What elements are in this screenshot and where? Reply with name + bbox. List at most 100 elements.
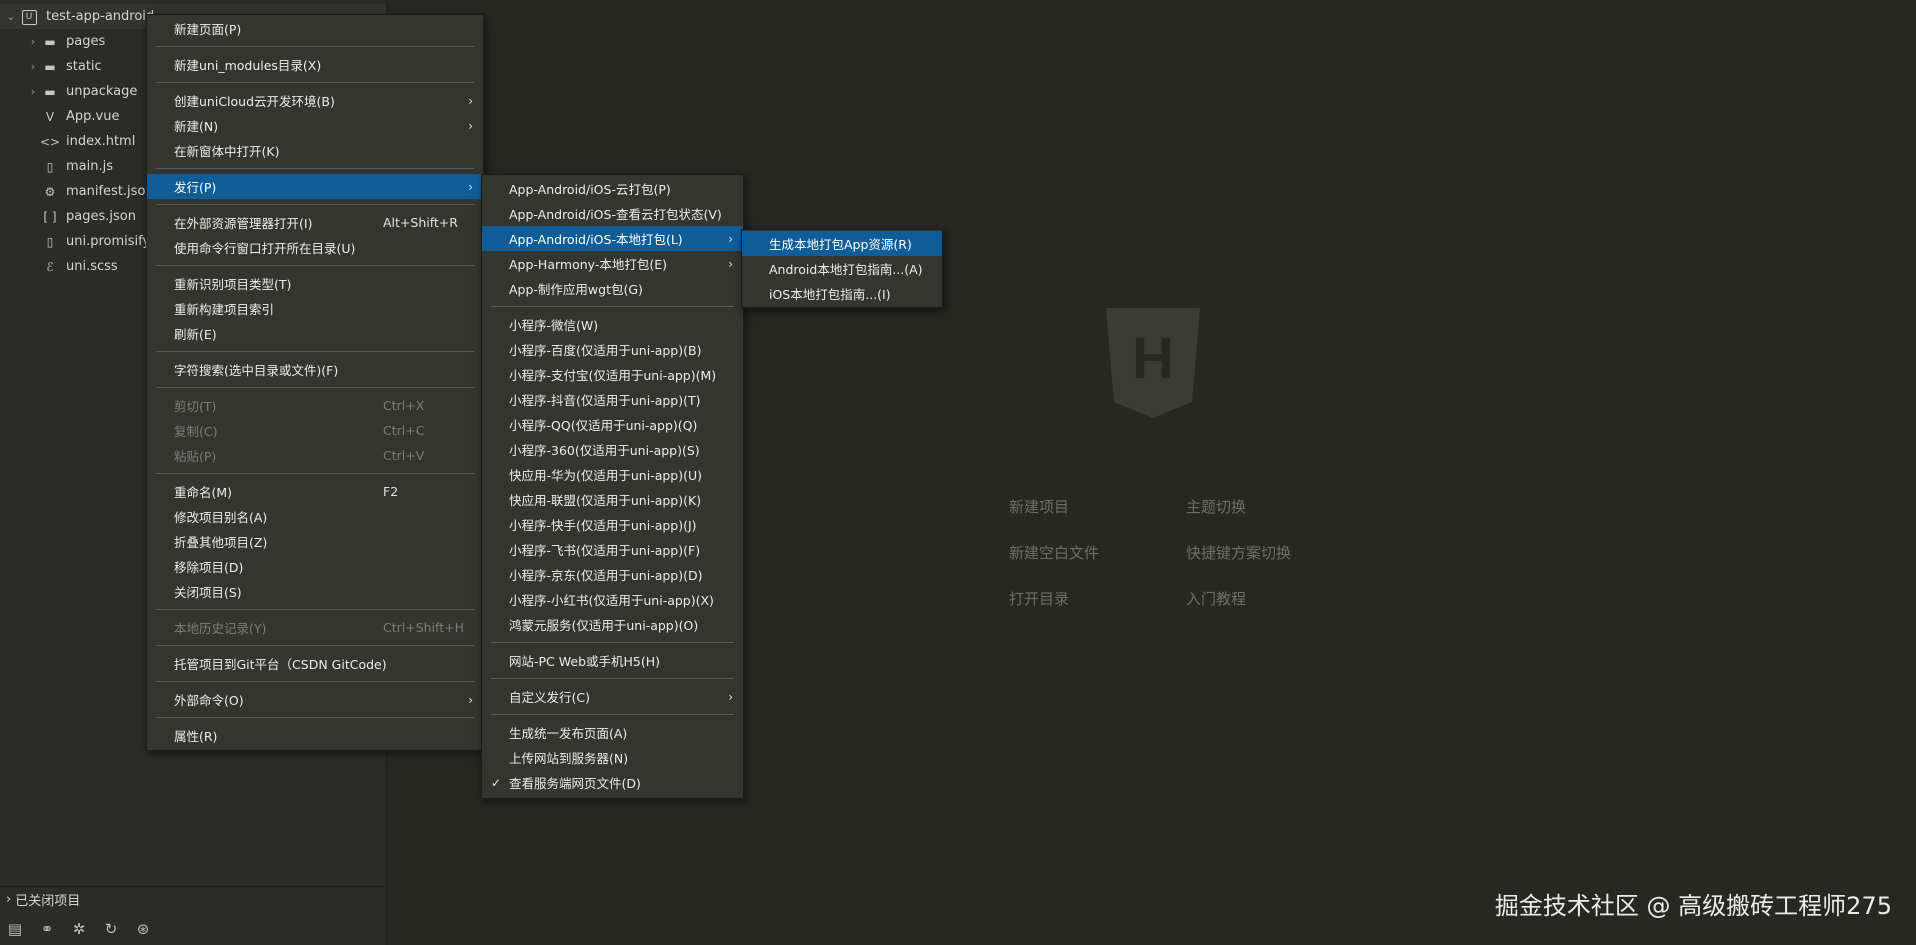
menu-item-自定义发行[interactable]: 自定义发行(C) › xyxy=(482,684,743,709)
menu-separator xyxy=(156,681,474,682)
menu-item-shortcut: Ctrl+V xyxy=(383,448,425,463)
menu-item-app-android-ios-查看云打包状态[interactable]: App-Android/iOS-查看云打包状态(V) xyxy=(482,201,743,226)
menu-item-新建uni-modules目录[interactable]: 新建uni_modules目录(X) xyxy=(147,52,483,77)
welcome-theme-switch-link[interactable]: 主题切换 xyxy=(1186,496,1246,517)
menu-item-生成本地打包app资源[interactable]: 生成本地打包App资源(R) xyxy=(742,231,942,256)
binoculars-icon[interactable]: ⚭ xyxy=(38,920,56,938)
menu-item-创建unicloud云开发环境[interactable]: 创建uniCloud云开发环境(B) › xyxy=(147,88,483,113)
plugin-icon[interactable]: ⊛ xyxy=(134,920,152,938)
menu-item-快应用-联盟[interactable]: 快应用-联盟(仅适用于uni-app)(K) xyxy=(482,487,743,512)
menu-item-小程序-京东[interactable]: 小程序-京东(仅适用于uni-app)(D) xyxy=(482,562,743,587)
menu-item-app-harmony-本地打包[interactable]: App-Harmony-本地打包(E) › xyxy=(482,251,743,276)
menu-item-上传网站到服务器[interactable]: 上传网站到服务器(N) xyxy=(482,745,743,770)
menu-item-新建页面[interactable]: 新建页面(P) xyxy=(147,16,483,41)
project-context-menu: 新建页面(P) 新建uni_modules目录(X) 创建uniCloud云开发环境… xyxy=(146,14,484,751)
menu-item-在外部资源管理器打开[interactable]: 在外部资源管理器打开(I) Alt+Shift+R xyxy=(147,210,483,235)
menu-item-关闭项目[interactable]: 关闭项目(S) xyxy=(147,579,483,604)
menu-item-移除项目[interactable]: 移除项目(D) xyxy=(147,554,483,579)
menu-separator xyxy=(156,645,474,646)
menu-item-label: 小程序-小红书(仅适用于uni-app)(X) xyxy=(509,593,714,608)
menu-item-粘贴[interactable]: 粘贴(P) Ctrl+V xyxy=(147,443,483,468)
menu-item-label: 创建uniCloud云开发环境(B) xyxy=(174,94,335,109)
menu-separator xyxy=(156,168,474,169)
html-file-icon: <> xyxy=(40,134,61,149)
menu-item-本地历史记录[interactable]: 本地历史记录(Y) Ctrl+Shift+H xyxy=(147,615,483,640)
watermark-text: 掘金技术社区 @ 高级搬砖工程师275 xyxy=(1494,892,1892,920)
chevron-down-icon[interactable]: ⌄ xyxy=(4,10,18,23)
menu-item-属性[interactable]: 属性(R) xyxy=(147,723,483,748)
menu-item-查看服务端网页文件[interactable]: ✓ 查看服务端网页文件(D) xyxy=(482,770,743,795)
menu-item-label: 字符搜索(选中目录或文件)(F) xyxy=(174,363,339,378)
menu-item-label: 折叠其他项目(Z) xyxy=(174,535,268,550)
chevron-right-icon[interactable]: › xyxy=(26,85,40,98)
menu-item-小程序-360[interactable]: 小程序-360(仅适用于uni-app)(S) xyxy=(482,437,743,462)
menu-item-刷新[interactable]: 刷新(E) xyxy=(147,321,483,346)
menu-item-label: 使用命令行窗口打开所在目录(U) xyxy=(174,241,356,256)
menu-item-小程序-快手[interactable]: 小程序-快手(仅适用于uni-app)(J) xyxy=(482,512,743,537)
uni-app-project-icon: U xyxy=(21,10,37,25)
chevron-right-icon[interactable]: › xyxy=(6,892,11,907)
project-manager-icon[interactable]: ▤ xyxy=(6,920,24,938)
menu-item-label: 外部命令(O) xyxy=(174,693,244,708)
chevron-right-icon[interactable]: › xyxy=(26,60,40,73)
menu-item-生成统一发布页面[interactable]: 生成统一发布页面(A) xyxy=(482,720,743,745)
menu-item-app-android-ios-云打包[interactable]: App-Android/iOS-云打包(P) xyxy=(482,176,743,201)
tree-item-label: index.html xyxy=(66,134,136,149)
checkmark-icon: ✓ xyxy=(491,775,502,790)
welcome-open-folder-link[interactable]: 打开目录 xyxy=(1009,588,1069,609)
menu-item-修改项目别名[interactable]: 修改项目别名(A) xyxy=(147,504,483,529)
menu-item-快应用-华为[interactable]: 快应用-华为(仅适用于uni-app)(U) xyxy=(482,462,743,487)
menu-item-新建[interactable]: 新建(N) › xyxy=(147,113,483,138)
menu-item-label: App-Android/iOS-云打包(P) xyxy=(509,182,671,197)
submenu-arrow-icon: › xyxy=(468,93,473,108)
menu-item-在新窗体中打开[interactable]: 在新窗体中打开(K) xyxy=(147,138,483,163)
menu-item-网站-pc-web或手机h5[interactable]: 网站-PC Web或手机H5(H) xyxy=(482,648,743,673)
menu-item-小程序-qq[interactable]: 小程序-QQ(仅适用于uni-app)(Q) xyxy=(482,412,743,437)
menu-item-折叠其他项目[interactable]: 折叠其他项目(Z) xyxy=(147,529,483,554)
git-sync-icon[interactable]: ↻ xyxy=(102,920,120,938)
menu-item-重新识别项目类型[interactable]: 重新识别项目类型(T) xyxy=(147,271,483,296)
welcome-new-project-link[interactable]: 新建项目 xyxy=(1009,496,1069,517)
menu-item-label: 重新识别项目类型(T) xyxy=(174,277,292,292)
welcome-new-blank-file-link[interactable]: 新建空白文件 xyxy=(1009,542,1099,563)
menu-item-label: 重新构建项目索引 xyxy=(174,302,275,317)
menu-item-小程序-百度[interactable]: 小程序-百度(仅适用于uni-app)(B) xyxy=(482,337,743,362)
menu-item-app-android-ios-本地打包[interactable]: App-Android/iOS-本地打包(L) › xyxy=(482,226,743,251)
menu-item-小程序-飞书[interactable]: 小程序-飞书(仅适用于uni-app)(F) xyxy=(482,537,743,562)
menu-item-小程序-微信[interactable]: 小程序-微信(W) xyxy=(482,312,743,337)
menu-item-重命名[interactable]: 重命名(M) F2 xyxy=(147,479,483,504)
local-pack-submenu: 生成本地打包App资源(R) Android本地打包指南...(A) iOS本地打包… xyxy=(741,229,943,308)
menu-item-字符搜索[interactable]: 字符搜索(选中目录或文件)(F) xyxy=(147,357,483,382)
menu-item-复制[interactable]: 复制(C) Ctrl+C xyxy=(147,418,483,443)
menu-separator xyxy=(491,714,734,715)
menu-item-托管项目到git平台-csdn-gitcode[interactable]: 托管项目到Git平台（CSDN GitCode) xyxy=(147,651,483,676)
welcome-keymap-switch-link[interactable]: 快捷键方案切换 xyxy=(1186,542,1291,563)
folder-icon: ▬ xyxy=(44,84,56,99)
menu-item-小程序-抖音[interactable]: 小程序-抖音(仅适用于uni-app)(T) xyxy=(482,387,743,412)
menu-item-ios本地打包指南[interactable]: iOS本地打包指南...(I) xyxy=(742,281,942,306)
menu-item-android本地打包指南[interactable]: Android本地打包指南...(A) xyxy=(742,256,942,281)
menu-item-小程序-小红书[interactable]: 小程序-小红书(仅适用于uni-app)(X) xyxy=(482,587,743,612)
closed-projects-section[interactable]: › 已关闭项目 xyxy=(0,886,386,911)
vue-file-icon: V xyxy=(45,109,55,124)
menu-separator xyxy=(491,306,734,307)
menu-item-app-制作应用wgt包[interactable]: App-制作应用wgt包(G) xyxy=(482,276,743,301)
menu-item-使用命令行窗口打开所在目录[interactable]: 使用命令行窗口打开所在目录(U) xyxy=(147,235,483,260)
menu-item-鸿蒙元服务[interactable]: 鸿蒙元服务(仅适用于uni-app)(O) xyxy=(482,612,743,637)
json-file-icon: [ ] xyxy=(43,209,57,224)
scss-file-icon: ℰ xyxy=(46,259,54,274)
submenu-arrow-icon: › xyxy=(728,689,733,704)
menu-item-label: 生成本地打包App资源(R) xyxy=(769,237,912,252)
menu-item-发行[interactable]: 发行(P) › xyxy=(147,174,483,199)
menu-item-剪切[interactable]: 剪切(T) Ctrl+X xyxy=(147,393,483,418)
menu-item-label: 发行(P) xyxy=(174,180,217,195)
welcome-getting-started-link[interactable]: 入门教程 xyxy=(1186,588,1246,609)
menu-separator xyxy=(156,265,474,266)
tree-item-label: unpackage xyxy=(66,84,138,99)
chevron-right-icon[interactable]: › xyxy=(26,35,40,48)
menu-item-外部命令[interactable]: 外部命令(O) › xyxy=(147,687,483,712)
debug-bug-icon[interactable]: ✲ xyxy=(70,920,88,938)
menu-item-小程序-支付宝[interactable]: 小程序-支付宝(仅适用于uni-app)(M) xyxy=(482,362,743,387)
closed-projects-label: 已关闭项目 xyxy=(15,893,81,909)
menu-item-重新构建项目索引[interactable]: 重新构建项目索引 xyxy=(147,296,483,321)
